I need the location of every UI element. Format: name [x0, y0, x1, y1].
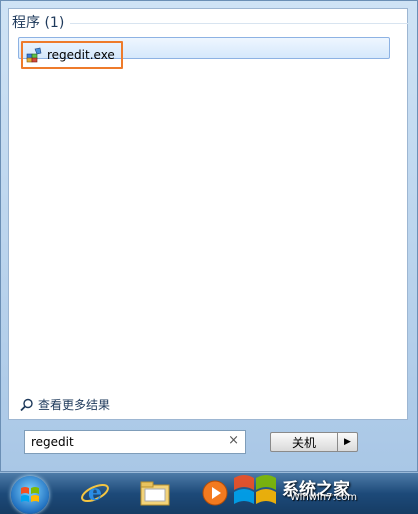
taskbar-internet-explorer[interactable]: e: [76, 476, 114, 510]
search-results-panel: [8, 8, 408, 420]
clear-icon[interactable]: ×: [228, 433, 239, 448]
media-player-icon: [202, 480, 228, 506]
section-divider: [70, 23, 408, 24]
start-button[interactable]: [11, 476, 49, 514]
see-more-results-link[interactable]: 查看更多结果: [20, 396, 110, 413]
programs-section-header: 程序 (1): [12, 15, 65, 31]
watermark-site: Winwin7.com: [290, 492, 357, 503]
shutdown-button[interactable]: 关机: [270, 432, 338, 452]
registry-editor-icon: [26, 47, 42, 63]
search-input[interactable]: [31, 435, 221, 449]
search-result-content[interactable]: regedit.exe: [26, 47, 115, 63]
search-result-label: regedit.exe: [47, 48, 115, 62]
start-search-box[interactable]: ×: [24, 430, 246, 454]
shutdown-options-button[interactable]: ▶: [338, 432, 358, 452]
search-icon: [20, 398, 33, 411]
internet-explorer-icon: e: [81, 480, 109, 506]
shutdown-control: 关机 ▶: [270, 432, 360, 452]
watermark-logo: [234, 474, 276, 504]
taskbar-file-explorer[interactable]: [136, 476, 174, 510]
taskbar-media-player[interactable]: [196, 476, 234, 510]
svg-text:e: e: [88, 480, 102, 506]
file-explorer-icon: [140, 481, 170, 506]
see-more-results-label: 查看更多结果: [38, 398, 111, 412]
windows-orb-icon: [21, 487, 39, 502]
watermark: 系统之家 Winwin7.com: [230, 462, 418, 513]
